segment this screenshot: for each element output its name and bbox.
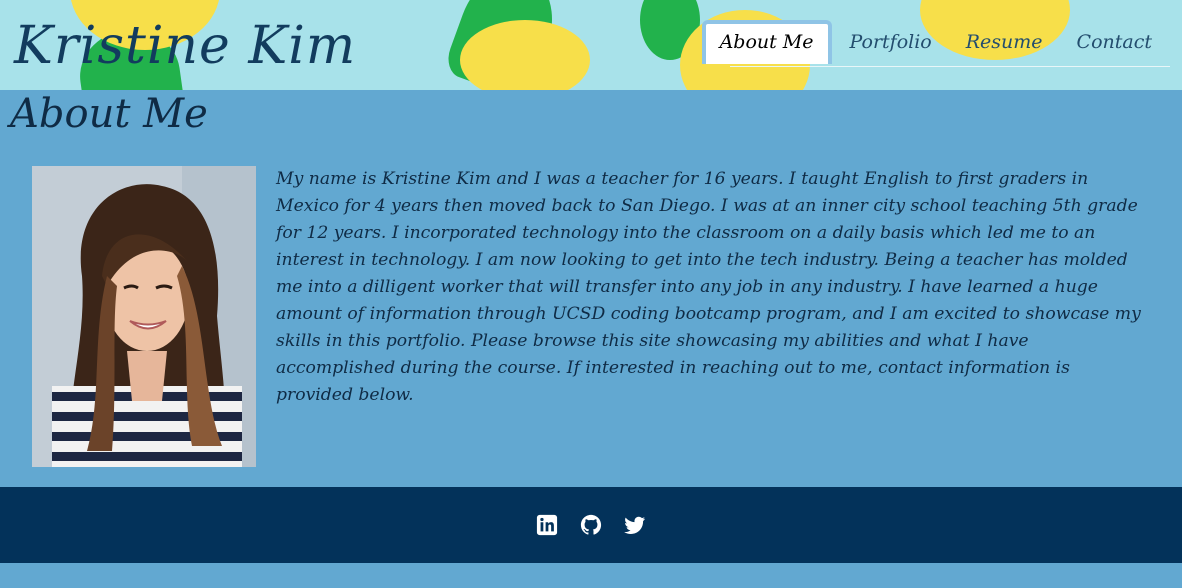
nav-underline xyxy=(730,66,1170,67)
main-nav: About Me Portfolio Resume Contact xyxy=(700,20,1168,64)
profile-photo xyxy=(32,166,256,467)
twitter-icon[interactable] xyxy=(624,514,646,536)
nav-item-contact[interactable]: Contact xyxy=(1061,20,1168,64)
nav-item-resume[interactable]: Resume xyxy=(950,20,1059,64)
site-footer xyxy=(0,487,1182,563)
page-heading: About Me xyxy=(10,91,208,137)
site-title: Kristine Kim xyxy=(14,16,357,76)
nav-item-portfolio[interactable]: Portfolio xyxy=(834,20,948,64)
github-icon[interactable] xyxy=(580,514,602,536)
bio-text: My name is Kristine Kim and I was a teac… xyxy=(276,169,1141,405)
site-header: Kristine Kim About Me Portfolio Resume C… xyxy=(0,0,1182,90)
pineapple-decoration xyxy=(390,0,650,90)
nav-item-about[interactable]: About Me xyxy=(701,20,832,64)
linkedin-icon[interactable] xyxy=(536,514,558,536)
